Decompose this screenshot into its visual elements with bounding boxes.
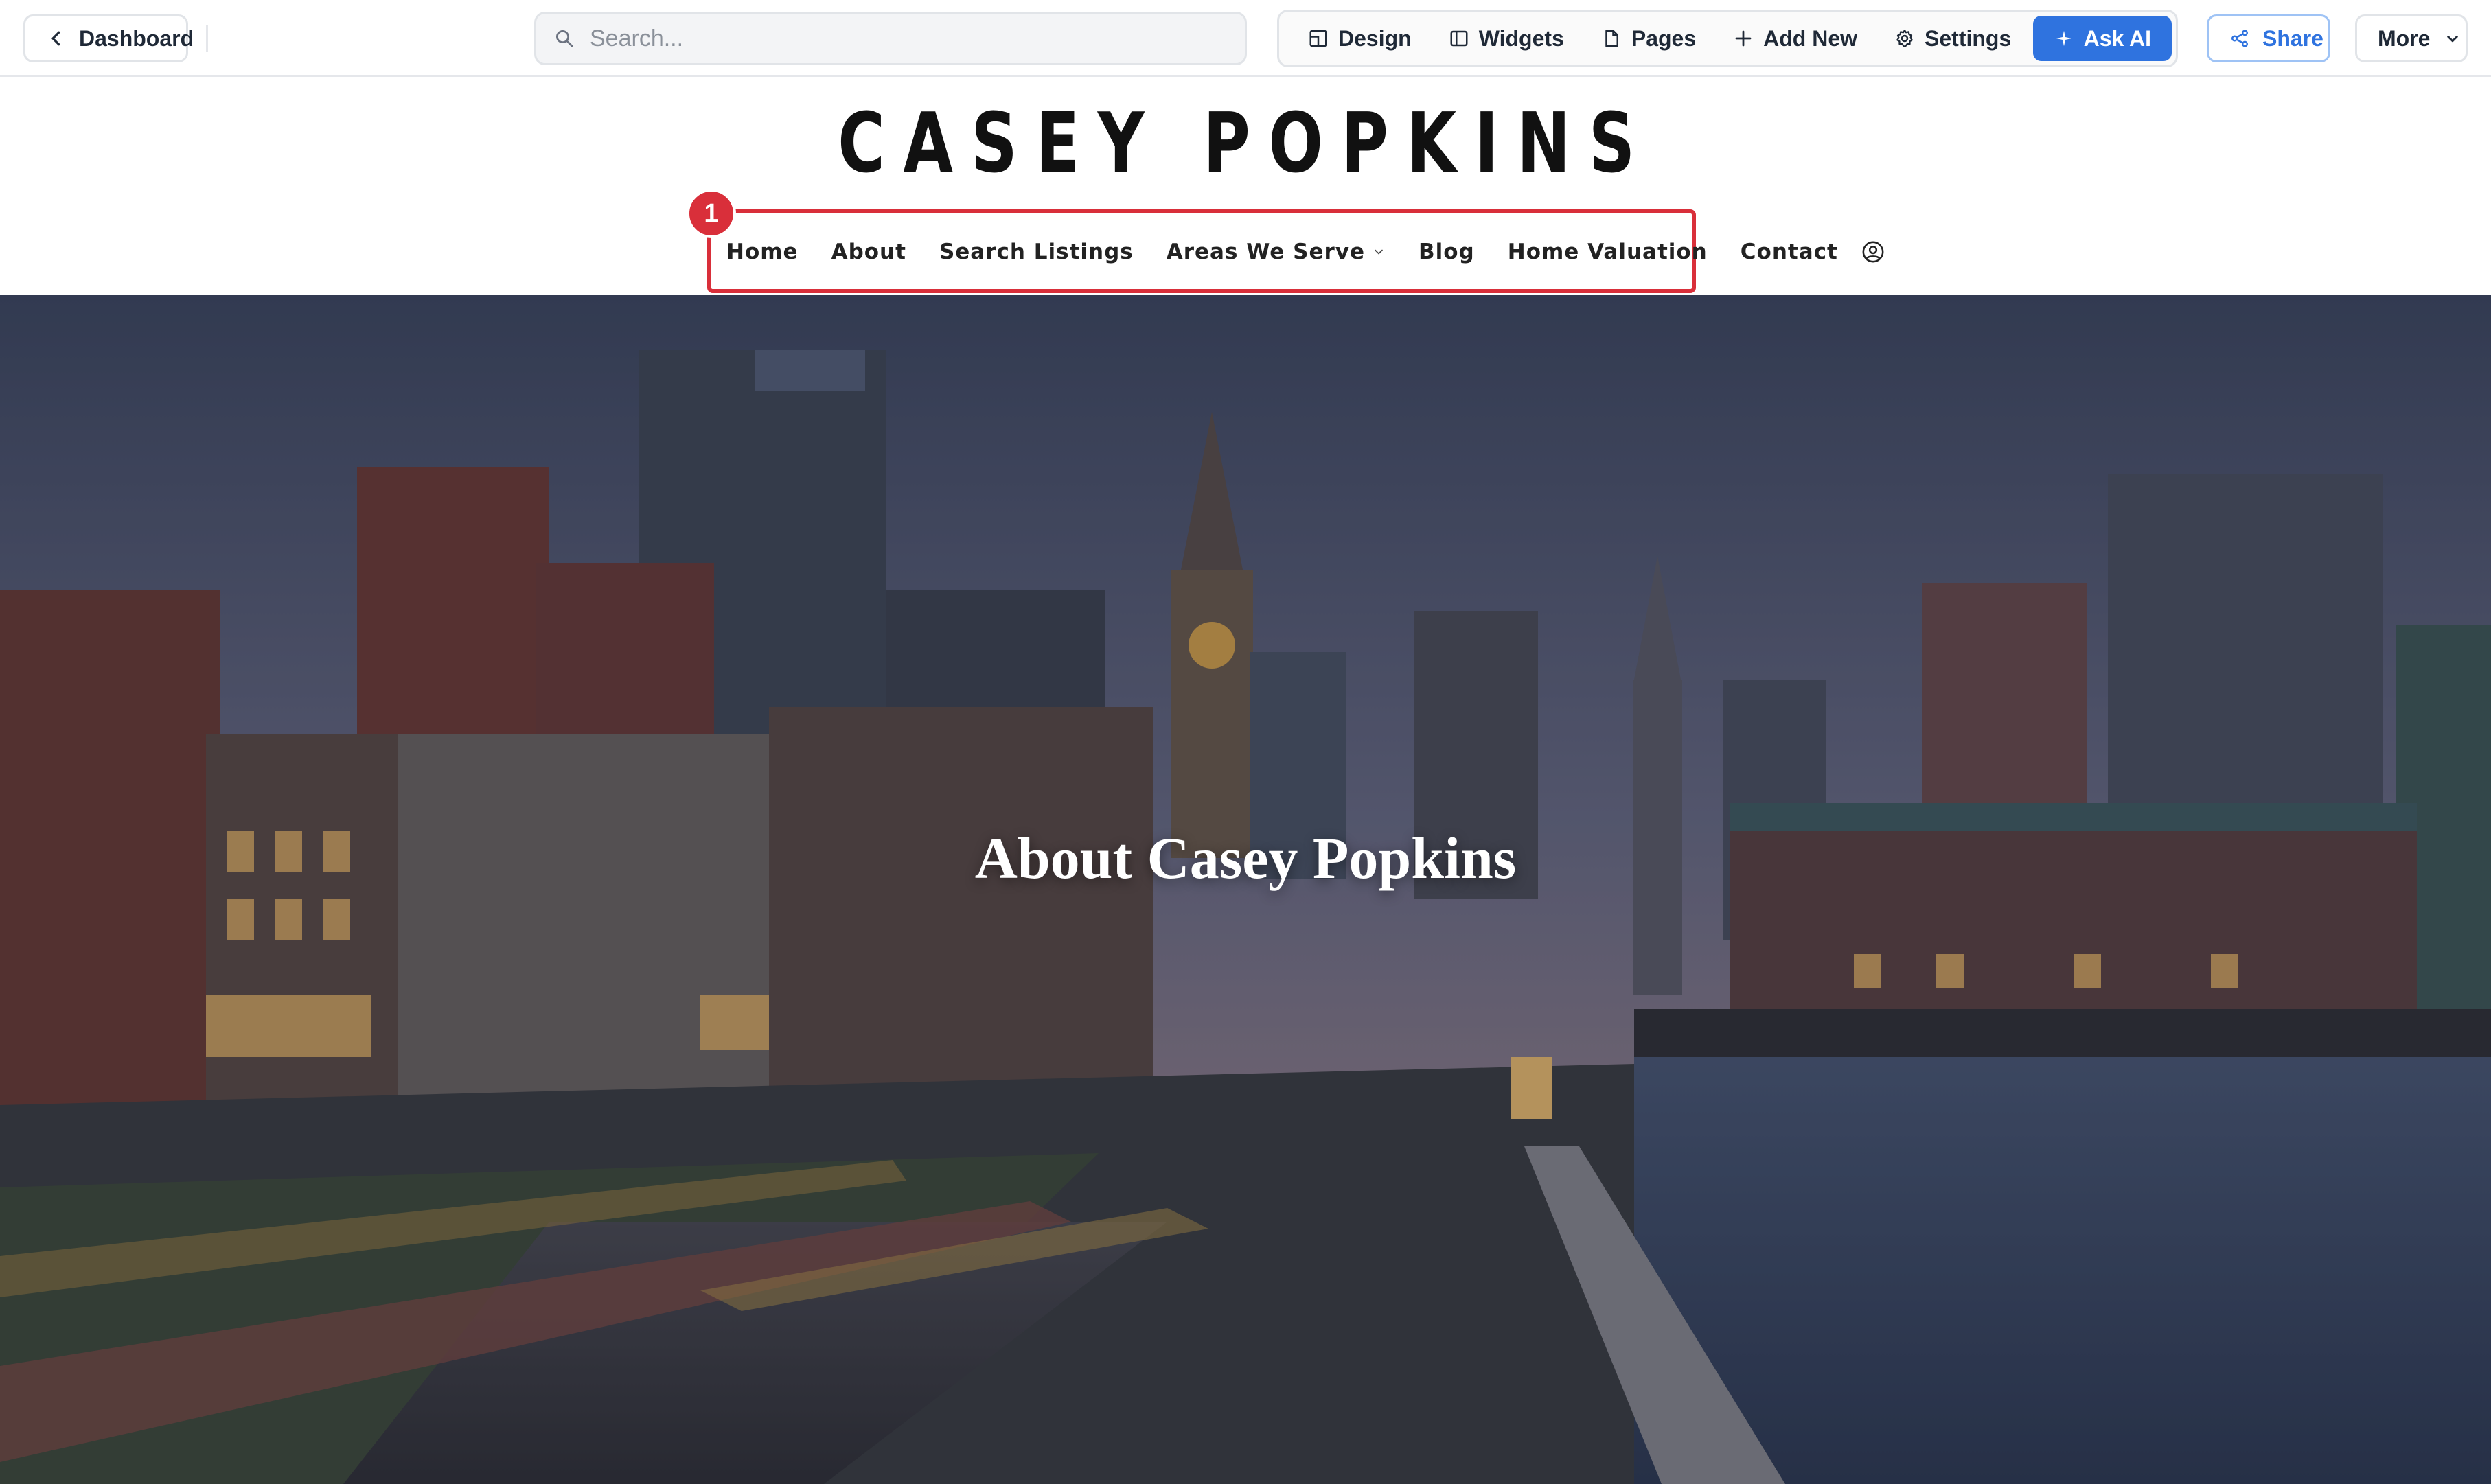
ask-ai-button[interactable]: Ask AI (2032, 16, 2172, 61)
nav-item-contact[interactable]: Contact (1741, 240, 1838, 264)
dashboard-button[interactable]: Dashboard (23, 14, 194, 62)
more-button[interactable]: More (2355, 14, 2468, 62)
user-account-icon[interactable] (1861, 240, 1885, 264)
add-new-label: Add New (1763, 25, 1858, 51)
chevron-down-icon (2447, 36, 2459, 43)
editor-toolbar: Dashboard Design Widgets Pages Add New S… (0, 0, 2491, 77)
hero-banner: About Casey Popkins (0, 295, 2491, 1484)
share-icon (2231, 30, 2248, 47)
widgets-label: Widgets (1478, 25, 1564, 51)
settings-label: Settings (1925, 25, 2012, 51)
widgets-button[interactable]: Widgets (1432, 16, 1581, 61)
nav-item-areas-we-serve[interactable]: Areas We Serve (1167, 240, 1386, 264)
design-button[interactable]: Design (1292, 16, 1428, 61)
settings-button[interactable]: Settings (1878, 16, 2028, 61)
ask-ai-label: Ask AI (2083, 25, 2151, 51)
nav-item-areas-label: Areas We Serve (1166, 240, 1365, 264)
plus-icon (1735, 30, 1752, 47)
chevron-down-icon (1375, 249, 1383, 255)
nav-item-search-listings[interactable]: Search Listings (939, 240, 1134, 264)
toolbar-divider (206, 25, 208, 52)
widgets-icon (1450, 30, 1468, 47)
nav-item-blog[interactable]: Blog (1419, 240, 1475, 264)
gear-icon (1896, 30, 1913, 47)
add-new-button[interactable]: Add New (1717, 16, 1874, 61)
share-button[interactable]: Share (2207, 14, 2330, 62)
main-nav: Home About Search Listings Areas We Serv… (726, 221, 1885, 283)
nav-item-home[interactable]: Home (726, 240, 799, 264)
search-icon (556, 30, 573, 47)
design-label: Design (1338, 25, 1412, 51)
site-header: CASEY POPKINS 1 Home About Search Listin… (0, 77, 2491, 295)
pages-button[interactable]: Pages (1585, 16, 1712, 61)
pages-label: Pages (1631, 25, 1697, 51)
search-input[interactable] (590, 25, 1208, 52)
share-label: Share (2262, 25, 2323, 51)
design-icon (1309, 30, 1327, 47)
tool-group: Design Widgets Pages Add New Settings As… (1277, 10, 2178, 67)
nav-item-home-valuation[interactable]: Home Valuation (1508, 240, 1708, 264)
nav-item-about[interactable]: About (831, 240, 906, 264)
sparkle-icon (2056, 30, 2071, 47)
more-label: More (2378, 25, 2431, 51)
site-brand[interactable]: CASEY POPKINS (274, 96, 2217, 192)
page-icon (1605, 30, 1618, 47)
search-box[interactable] (534, 12, 1247, 65)
dashboard-label: Dashboard (79, 25, 194, 51)
hero-title: About Casey Popkins (974, 825, 1517, 891)
chevron-left-icon (51, 31, 60, 46)
